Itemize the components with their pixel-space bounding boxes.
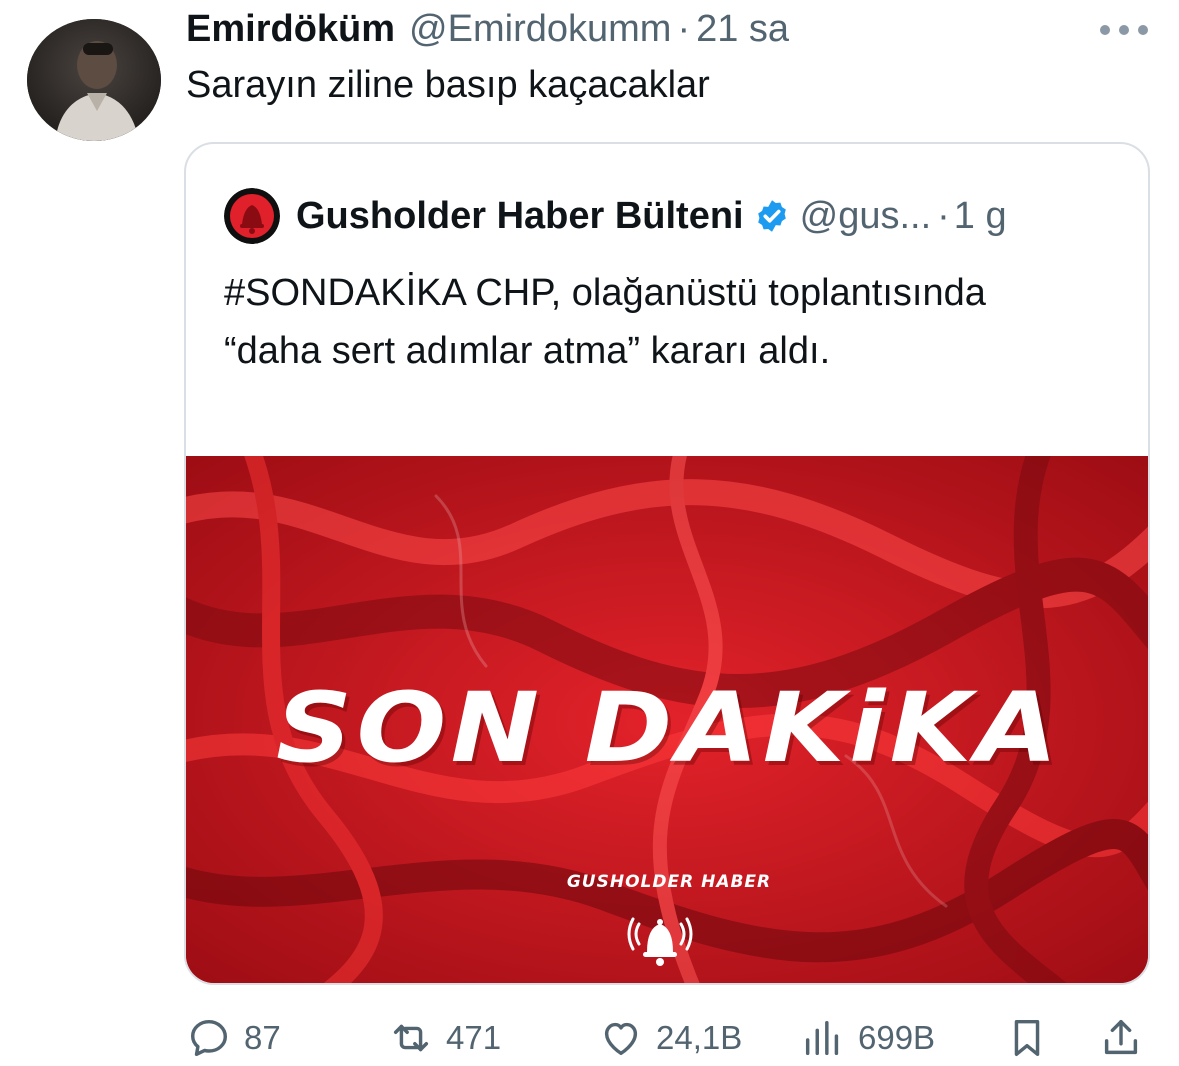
tweet-action-bar: 87 471 24,1B 699B xyxy=(0,1010,1179,1066)
retweet-button[interactable]: 471 xyxy=(388,1010,501,1066)
user-avatar-photo xyxy=(27,19,161,141)
separator-dot: · xyxy=(937,194,950,237)
quoted-author-handle[interactable]: @gus... xyxy=(800,195,932,238)
reply-button[interactable]: 87 xyxy=(186,1010,281,1066)
heart-icon xyxy=(604,1022,638,1056)
bookmark-button[interactable] xyxy=(1004,1010,1050,1066)
image-brand-label: GUSHOLDER HABER xyxy=(566,872,772,892)
retweet-icon xyxy=(393,1024,429,1052)
view-count: 699B xyxy=(858,1019,936,1056)
quoted-tweet-image[interactable]: SON DAKiKA GUSHOLDER HABER xyxy=(186,456,1148,983)
analytics-bar-icon xyxy=(805,1020,839,1056)
image-headline: SON DAKiKA xyxy=(276,672,1062,784)
more-options-icon[interactable] xyxy=(1100,20,1148,40)
separator-dot: · xyxy=(677,7,691,50)
quoted-tweet-card[interactable]: Gusholder Haber Bülteni @gus... · 1 g #S… xyxy=(184,142,1150,985)
like-button[interactable]: 24,1B xyxy=(598,1010,742,1066)
tweet-header: Emirdöküm @Emirdokumm · 21 sa xyxy=(186,6,789,52)
tweet-text: Sarayın ziline basıp kaçacaklar xyxy=(186,64,710,106)
quoted-author-name[interactable]: Gusholder Haber Bülteni xyxy=(296,195,744,238)
quoted-tweet-text: #SONDAKİKA CHP, olağanüstü toplantısında… xyxy=(224,272,986,372)
author-handle[interactable]: @Emirdokumm xyxy=(409,8,671,51)
tweet-time[interactable]: 21 sa xyxy=(696,8,789,51)
author-name[interactable]: Emirdöküm xyxy=(186,8,395,51)
verified-badge-icon xyxy=(754,198,790,234)
bell-icon xyxy=(625,904,695,974)
reply-icon xyxy=(190,1019,228,1057)
share-icon xyxy=(1104,1019,1138,1055)
share-button[interactable] xyxy=(1098,1010,1144,1066)
quoted-author-avatar[interactable] xyxy=(224,188,280,244)
reply-count: 87 xyxy=(244,1019,281,1056)
retweet-count: 471 xyxy=(446,1019,502,1056)
quoted-tweet-header: Gusholder Haber Bülteni @gus... · 1 g xyxy=(224,188,1007,244)
bookmark-icon xyxy=(1014,1019,1040,1057)
quoted-tweet-time[interactable]: 1 g xyxy=(954,195,1007,238)
author-avatar[interactable] xyxy=(27,19,161,141)
like-count: 24,1B xyxy=(656,1019,743,1056)
views-button[interactable]: 699B xyxy=(800,1010,935,1066)
